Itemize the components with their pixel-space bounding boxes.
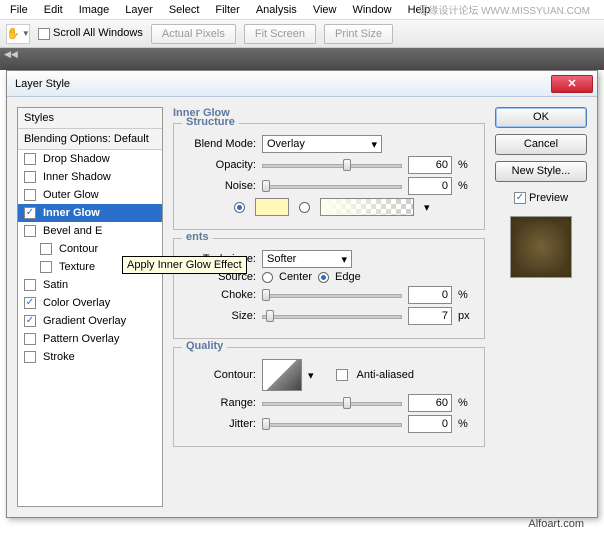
noise-unit: % xyxy=(458,180,474,192)
pattern-overlay-item[interactable]: Pattern Overlay xyxy=(18,330,162,348)
choke-label: Choke: xyxy=(184,289,256,301)
structure-group: Structure Blend Mode: Overlay▾ Opacity: … xyxy=(173,123,485,230)
inner-shadow-item[interactable]: Inner Shadow xyxy=(18,168,162,186)
styles-header[interactable]: Styles xyxy=(18,108,162,129)
structure-legend: Structure xyxy=(182,116,239,128)
contour-label: Contour: xyxy=(184,369,256,381)
menu-window[interactable]: Window xyxy=(344,4,399,16)
gradient-radio[interactable] xyxy=(299,202,310,213)
opacity-slider[interactable] xyxy=(262,157,402,173)
technique-select[interactable]: Softer▾ xyxy=(262,250,352,268)
ok-button[interactable]: OK xyxy=(495,107,587,128)
menu-edit[interactable]: Edit xyxy=(36,4,71,16)
print-size-button[interactable]: Print Size xyxy=(324,24,393,44)
range-input[interactable]: 60 xyxy=(408,394,452,412)
dialog-title: Layer Style xyxy=(11,78,70,90)
fit-screen-button[interactable]: Fit Screen xyxy=(244,24,316,44)
glow-color-swatch[interactable] xyxy=(255,198,289,216)
options-bar: ✋▼ Scroll All Windows Actual Pixels Fit … xyxy=(0,20,604,48)
menu-layer[interactable]: Layer xyxy=(117,4,161,16)
tab-scroll-icon[interactable]: ◀◀ xyxy=(0,47,22,61)
anti-aliased-label: Anti-aliased xyxy=(357,369,414,381)
bevel-emboss-item[interactable]: Bevel and E xyxy=(18,222,162,240)
quality-group: Quality Contour: ▾ Anti-aliased Range: 6… xyxy=(173,347,485,447)
noise-input[interactable]: 0 xyxy=(408,177,452,195)
jitter-slider[interactable] xyxy=(262,416,402,432)
outer-glow-item[interactable]: Outer Glow xyxy=(18,186,162,204)
footer-credit: Alfoart.com xyxy=(528,518,584,530)
size-slider[interactable] xyxy=(262,308,402,324)
new-style-button[interactable]: New Style... xyxy=(495,161,587,182)
choke-unit: % xyxy=(458,289,474,301)
close-icon[interactable]: ✕ xyxy=(551,75,593,93)
blend-mode-select[interactable]: Overlay▾ xyxy=(262,135,382,153)
chevron-down-icon: ▾ xyxy=(341,253,347,266)
satin-item[interactable]: Satin xyxy=(18,276,162,294)
size-label: Size: xyxy=(184,310,256,322)
range-unit: % xyxy=(458,397,474,409)
choke-input[interactable]: 0 xyxy=(408,286,452,304)
blend-mode-label: Blend Mode: xyxy=(184,138,256,150)
source-edge-radio[interactable] xyxy=(318,272,329,283)
size-unit: px xyxy=(458,310,474,322)
range-label: Range: xyxy=(184,397,256,409)
elements-legend: ents xyxy=(182,231,213,243)
dialog-buttons: OK Cancel New Style... Preview xyxy=(495,107,587,507)
gradient-overlay-item[interactable]: Gradient Overlay xyxy=(18,312,162,330)
elements-group: ents Technique: Softer▾ Source: Center E… xyxy=(173,238,485,339)
chevron-down-icon: ▾ xyxy=(371,138,377,151)
quality-legend: Quality xyxy=(182,340,227,352)
glow-gradient-picker[interactable] xyxy=(320,198,414,216)
source-center-radio[interactable] xyxy=(262,272,273,283)
preview-checkbox[interactable]: Preview xyxy=(495,192,587,204)
color-radio[interactable] xyxy=(234,202,245,213)
range-slider[interactable] xyxy=(262,395,402,411)
opacity-label: Opacity: xyxy=(184,159,256,171)
jitter-label: Jitter: xyxy=(184,418,256,430)
stroke-item[interactable]: Stroke xyxy=(18,348,162,366)
dialog-titlebar[interactable]: Layer Style ✕ xyxy=(7,71,597,97)
chevron-down-icon[interactable]: ▾ xyxy=(424,201,430,214)
drop-shadow-item[interactable]: Drop Shadow xyxy=(18,150,162,168)
scroll-all-windows-checkbox[interactable]: Scroll All Windows xyxy=(38,27,143,39)
document-tab-bar: ◀◀ xyxy=(0,48,604,70)
blending-options-item[interactable]: Blending Options: Default xyxy=(18,129,162,150)
jitter-unit: % xyxy=(458,418,474,430)
choke-slider[interactable] xyxy=(262,287,402,303)
noise-slider[interactable] xyxy=(262,178,402,194)
inner-glow-item[interactable]: Inner Glow xyxy=(18,204,162,222)
chevron-down-icon[interactable]: ▾ xyxy=(308,369,314,382)
center-label: Center xyxy=(279,271,312,283)
hand-tool-icon[interactable]: ✋▼ xyxy=(6,24,30,44)
watermark-text: 思缘设计论坛 WWW.MISSYUAN.COM xyxy=(410,2,598,17)
opacity-unit: % xyxy=(458,159,474,171)
noise-label: Noise: xyxy=(184,180,256,192)
styles-list: Styles Blending Options: Default Drop Sh… xyxy=(17,107,163,507)
jitter-input[interactable]: 0 xyxy=(408,415,452,433)
size-input[interactable]: 7 xyxy=(408,307,452,325)
actual-pixels-button[interactable]: Actual Pixels xyxy=(151,24,236,44)
settings-panel: Inner Glow Structure Blend Mode: Overlay… xyxy=(173,107,485,507)
anti-aliased-checkbox[interactable] xyxy=(336,369,348,381)
menu-filter[interactable]: Filter xyxy=(207,4,247,16)
app-menubar: File Edit Image Layer Select Filter Anal… xyxy=(0,0,604,20)
preview-swatch xyxy=(510,216,572,278)
layer-style-dialog: Layer Style ✕ Styles Blending Options: D… xyxy=(6,70,598,518)
menu-image[interactable]: Image xyxy=(71,4,118,16)
contour-picker[interactable] xyxy=(262,359,302,391)
menu-select[interactable]: Select xyxy=(161,4,208,16)
menu-view[interactable]: View xyxy=(305,4,345,16)
menu-analysis[interactable]: Analysis xyxy=(248,4,305,16)
opacity-input[interactable]: 60 xyxy=(408,156,452,174)
edge-label: Edge xyxy=(335,271,361,283)
inner-glow-tooltip: Apply Inner Glow Effect xyxy=(122,256,247,274)
cancel-button[interactable]: Cancel xyxy=(495,134,587,155)
color-overlay-item[interactable]: Color Overlay xyxy=(18,294,162,312)
menu-file[interactable]: File xyxy=(2,4,36,16)
